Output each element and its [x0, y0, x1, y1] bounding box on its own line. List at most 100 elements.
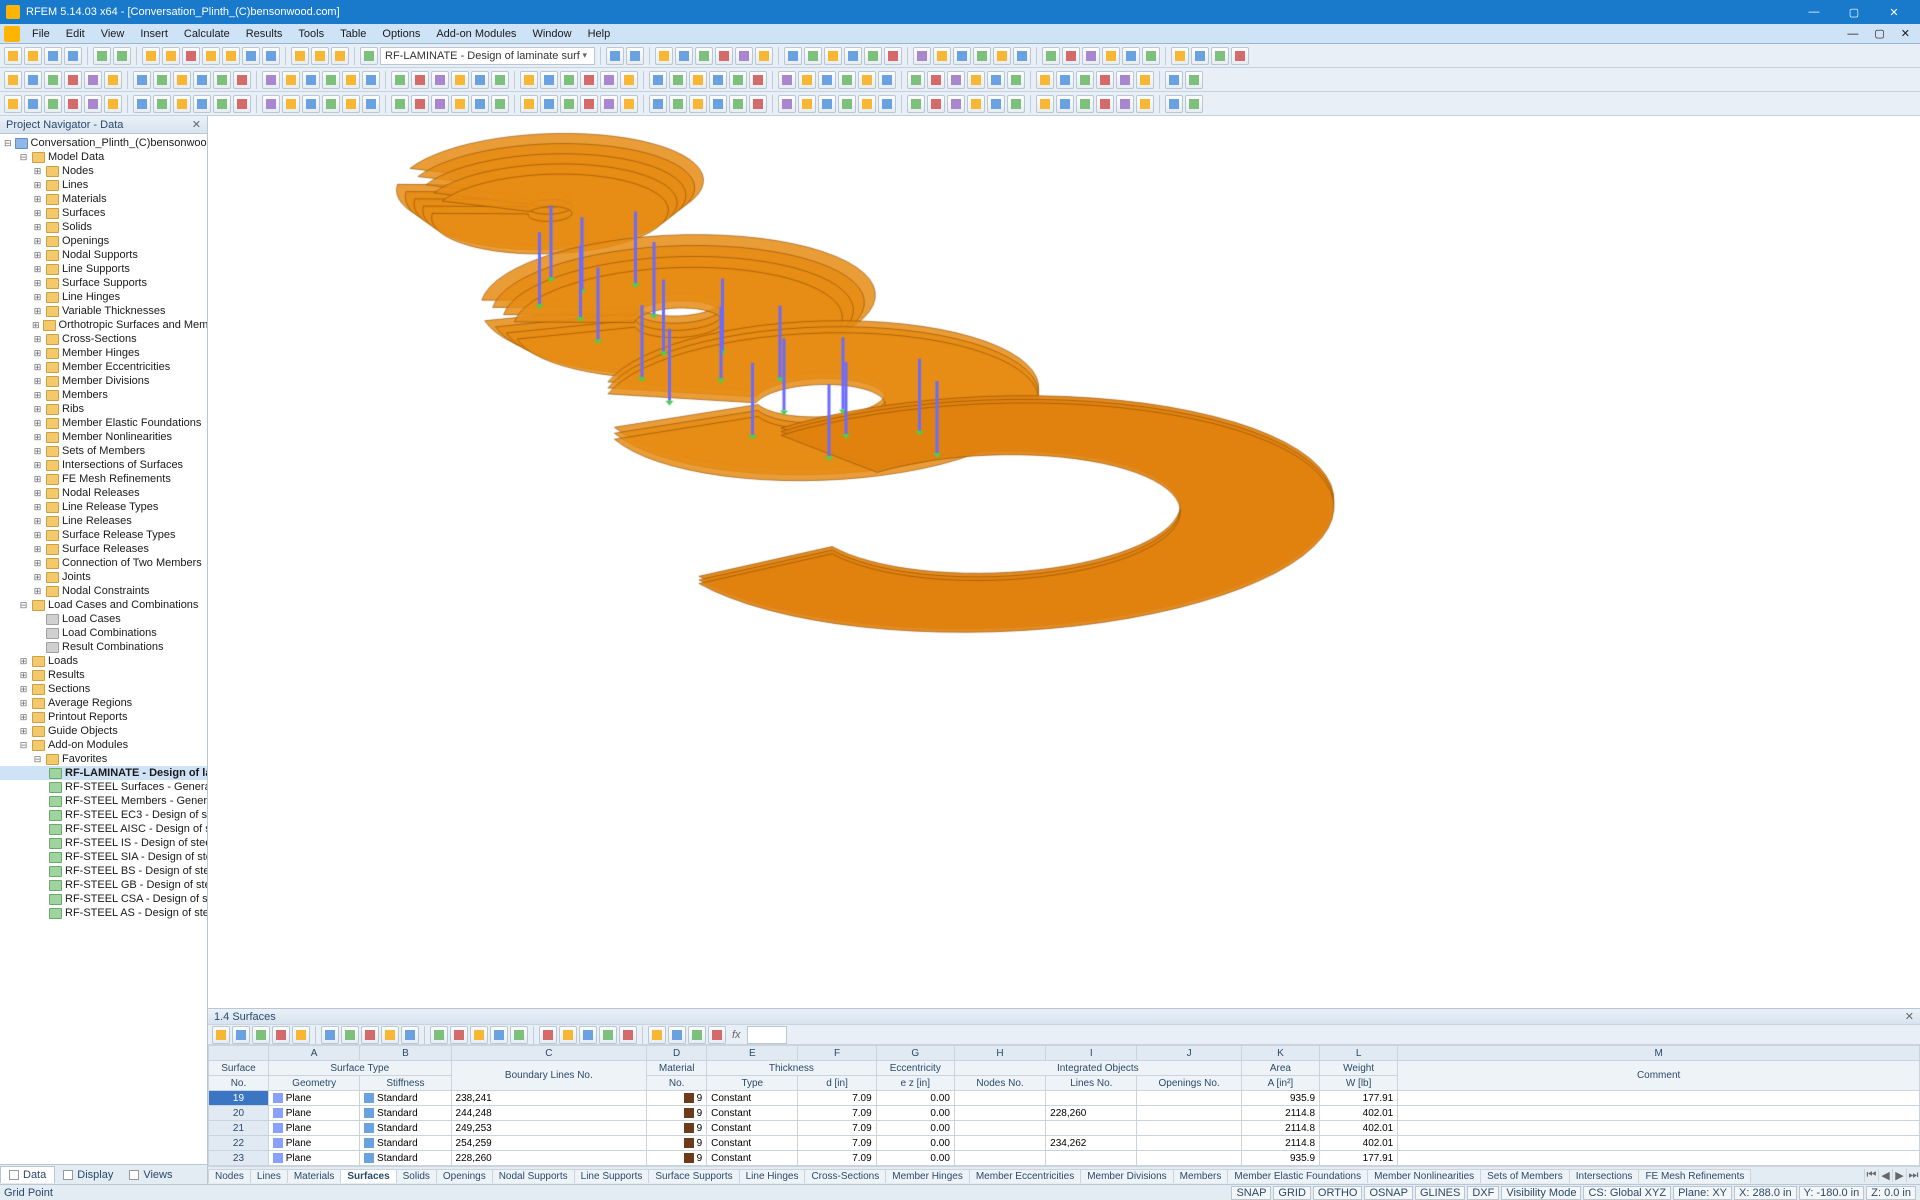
- toolbar-icon[interactable]: [491, 95, 509, 113]
- toolbar-icon[interactable]: [282, 95, 300, 113]
- toolbar-icon[interactable]: [362, 71, 380, 89]
- new-button[interactable]: [4, 47, 22, 65]
- tree-item[interactable]: RF-STEEL SIA - Design of steel members: [0, 850, 207, 864]
- toolbar-icon[interactable]: [1036, 95, 1054, 113]
- toolbar-icon[interactable]: [1082, 47, 1100, 65]
- tree-item[interactable]: ⊞Line Supports: [0, 262, 207, 276]
- toolbar-icon[interactable]: [1007, 71, 1025, 89]
- table-tab-openings[interactable]: Openings: [436, 1169, 493, 1183]
- toolbar-icon[interactable]: [1136, 71, 1154, 89]
- column-letter[interactable]: C: [451, 1046, 647, 1061]
- tree-item[interactable]: RF-STEEL AS - Design of steel members: [0, 906, 207, 920]
- toolbar-icon[interactable]: [391, 95, 409, 113]
- toolbar-icon[interactable]: [620, 95, 638, 113]
- tree-item[interactable]: ⊞Intersections of Surfaces: [0, 458, 207, 472]
- toolbar-icon[interactable]: [620, 71, 638, 89]
- table-toolbar-icon[interactable]: [579, 1026, 597, 1044]
- toolbar-icon[interactable]: [1056, 95, 1074, 113]
- toolbar-icon[interactable]: [749, 71, 767, 89]
- column-header[interactable]: W [lb]: [1320, 1076, 1398, 1091]
- save-button[interactable]: [44, 47, 62, 65]
- toolbar-icon[interactable]: [1096, 71, 1114, 89]
- menu-options[interactable]: Options: [374, 26, 428, 42]
- toolbar-icon[interactable]: [580, 95, 598, 113]
- column-header[interactable]: A [in²]: [1241, 1076, 1319, 1091]
- table-row[interactable]: 23 Plane Standard228,260 9Constant7.090.…: [209, 1151, 1920, 1166]
- toolbar-icon[interactable]: [858, 71, 876, 89]
- column-header[interactable]: d [in]: [798, 1076, 876, 1091]
- toolbar-icon[interactable]: [1076, 95, 1094, 113]
- tab-nav-icon[interactable]: ◀: [1878, 1169, 1892, 1182]
- toolbar-icon[interactable]: [864, 47, 882, 65]
- toolbar-icon[interactable]: [233, 71, 251, 89]
- toolbar-icon[interactable]: [973, 47, 991, 65]
- toolbar-icon[interactable]: [193, 71, 211, 89]
- minimize-button[interactable]: —: [1794, 0, 1834, 24]
- table-tab-cross-sections[interactable]: Cross-Sections: [804, 1169, 886, 1183]
- toolbar-icon[interactable]: [64, 71, 82, 89]
- toolbar-icon[interactable]: [540, 95, 558, 113]
- toolbar-icon[interactable]: [1165, 71, 1183, 89]
- tool-icon[interactable]: [182, 47, 200, 65]
- table-toolbar-icon[interactable]: [708, 1026, 726, 1044]
- table-close-icon[interactable]: ✕: [1905, 1010, 1914, 1023]
- toolbar-icon[interactable]: [84, 71, 102, 89]
- toolbar-icon[interactable]: [729, 71, 747, 89]
- toolbar-icon[interactable]: [213, 71, 231, 89]
- mdi-minimize[interactable]: —: [1839, 26, 1866, 42]
- column-header[interactable]: Stiffness: [360, 1076, 451, 1091]
- toolbar-icon[interactable]: [947, 71, 965, 89]
- tool-icon[interactable]: [331, 47, 349, 65]
- tree-item[interactable]: ⊞Surface Supports: [0, 276, 207, 290]
- tree-item[interactable]: ⊞Average Regions: [0, 696, 207, 710]
- table-tab-line-supports[interactable]: Line Supports: [574, 1169, 650, 1183]
- tree-item[interactable]: ⊞Sections: [0, 682, 207, 696]
- toolbar-icon[interactable]: [987, 71, 1005, 89]
- tree-item[interactable]: ⊞Printout Reports: [0, 710, 207, 724]
- toolbar-icon[interactable]: [838, 71, 856, 89]
- toolbar-icon[interactable]: [64, 95, 82, 113]
- table-tab-line-hinges[interactable]: Line Hinges: [739, 1169, 806, 1183]
- tool-icon[interactable]: [202, 47, 220, 65]
- column-header[interactable]: Lines No.: [1046, 1076, 1137, 1091]
- toolbar-icon[interactable]: [540, 71, 558, 89]
- status-toggle-grid[interactable]: GRID: [1273, 1186, 1311, 1200]
- toolbar-icon[interactable]: [133, 71, 151, 89]
- table-tab-surfaces[interactable]: Surfaces: [340, 1169, 396, 1183]
- toolbar-icon[interactable]: [907, 95, 925, 113]
- menu-edit[interactable]: Edit: [58, 26, 93, 42]
- toolbar-icon[interactable]: [342, 71, 360, 89]
- toolbar-icon[interactable]: [987, 95, 1005, 113]
- table-toolbar-icon[interactable]: [381, 1026, 399, 1044]
- toolbar-icon[interactable]: [1116, 95, 1134, 113]
- tree-item[interactable]: ⊞Lines: [0, 178, 207, 192]
- toolbar-icon[interactable]: [798, 95, 816, 113]
- column-letter[interactable]: J: [1137, 1046, 1241, 1061]
- column-header[interactable]: No.: [647, 1076, 707, 1091]
- tree-item[interactable]: ⊟Load Cases and Combinations: [0, 598, 207, 612]
- navigator-tab-display[interactable]: Display: [55, 1167, 121, 1183]
- toolbar-icon[interactable]: [818, 71, 836, 89]
- toolbar-icon[interactable]: [709, 71, 727, 89]
- tree-item[interactable]: RF-LAMINATE - Design of laminate surf: [0, 766, 207, 780]
- toolbar-icon[interactable]: [778, 95, 796, 113]
- status-toggle-osnap[interactable]: OSNAP: [1364, 1186, 1413, 1200]
- toolbar-icon[interactable]: [927, 71, 945, 89]
- toolbar-icon[interactable]: [153, 95, 171, 113]
- toolbar-icon[interactable]: [1013, 47, 1031, 65]
- toolbar-icon[interactable]: [1136, 95, 1154, 113]
- toolbar-icon[interactable]: [749, 95, 767, 113]
- toolbar-icon[interactable]: [838, 95, 856, 113]
- tree-item[interactable]: Load Combinations: [0, 626, 207, 640]
- table-toolbar-icon[interactable]: [292, 1026, 310, 1044]
- table-tab-nodes[interactable]: Nodes: [208, 1169, 251, 1183]
- toolbar-icon[interactable]: [927, 95, 945, 113]
- nav-next-icon[interactable]: [626, 47, 644, 65]
- toolbar-icon[interactable]: [4, 95, 22, 113]
- module-combo[interactable]: RF-LAMINATE - Design of laminate surf▾: [380, 47, 595, 65]
- menu-view[interactable]: View: [93, 26, 133, 42]
- table-tab-nodal-supports[interactable]: Nodal Supports: [492, 1169, 575, 1183]
- toolbar-icon[interactable]: [580, 71, 598, 89]
- nav-prev-icon[interactable]: [606, 47, 624, 65]
- tab-nav-icon[interactable]: ⏮: [1864, 1169, 1878, 1182]
